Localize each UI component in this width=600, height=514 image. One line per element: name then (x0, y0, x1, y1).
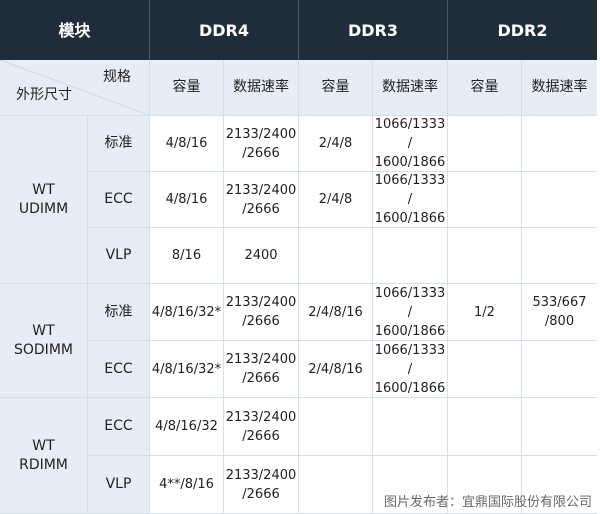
table-cell-ddr4-rate: 2133/2400 /2666 (224, 341, 299, 398)
ddr3-capacity-header: 容量 (299, 60, 373, 116)
header-ddr4: DDR4 (150, 0, 299, 60)
table-cell-ddr4-rate: 2133/2400 /2666 (224, 456, 299, 514)
table-cell-ddr3-capacity (299, 456, 373, 514)
table-cell-ddr4-rate: 2133/2400 /2666 (224, 284, 299, 341)
table-cell-ddr3-rate (373, 228, 448, 284)
form-factor-label: 外形尺寸 (16, 87, 72, 103)
table-cell-ddr2-rate: 533/667 /800 (522, 284, 597, 341)
ddr3-data-rate-header: 数据速率 (373, 60, 448, 116)
table-cell-ddr3-rate (373, 398, 448, 456)
spec-form-factor-corner: 规格 外形尺寸 (0, 60, 150, 116)
header-ddr3: DDR3 (299, 0, 448, 60)
table-cell-ddr2-rate (522, 172, 597, 228)
table-cell-ddr4-capacity: 4/8/16/32* (150, 341, 224, 398)
table-cell-ddr4-capacity: 4/8/16/32* (150, 284, 224, 341)
table-row-type: ECC (88, 398, 150, 456)
table-cell-ddr2-capacity (448, 398, 522, 456)
table-cell-ddr3-capacity: 2/4/8 (299, 172, 373, 228)
table-cell-ddr3-rate: 1066/1333 / 1600/1866 (373, 116, 448, 172)
header-ddr2: DDR2 (448, 0, 597, 60)
table-cell-ddr4-rate: 2133/2400 /2666 (224, 116, 299, 172)
ddr2-capacity-header: 容量 (448, 60, 522, 116)
table-cell-ddr4-capacity: 8/16 (150, 228, 224, 284)
table-cell-ddr2-capacity (448, 116, 522, 172)
table-cell-ddr3-capacity: 2/4/8 (299, 116, 373, 172)
table-cell-ddr2-capacity: 1/2 (448, 284, 522, 341)
table-cell-ddr3-capacity (299, 228, 373, 284)
table-cell-ddr4-rate: 2133/2400 /2666 (224, 172, 299, 228)
table-cell-ddr4-rate: 2400 (224, 228, 299, 284)
table-cell-ddr2-rate (522, 116, 597, 172)
image-publisher-caption: 图片发布者：宜鼎国际股份有限公司 (383, 495, 592, 510)
ddr2-data-rate-header: 数据速率 (522, 60, 597, 116)
table-row-type: VLP (88, 456, 150, 514)
spec-label: 规格 (103, 69, 131, 85)
table-cell-ddr4-capacity: 4/8/16/32 (150, 398, 224, 456)
table-row-type: 标准 (88, 116, 150, 172)
table-cell-ddr2-capacity (448, 228, 522, 284)
table-cell-ddr2-rate (522, 341, 597, 398)
group-wt-rdimm: WT RDIMM (0, 398, 88, 514)
table-row-type: ECC (88, 172, 150, 228)
header-module: 模块 (0, 0, 150, 60)
group-wt-sodimm: WT SODIMM (0, 284, 88, 398)
table-cell-ddr3-capacity: 2/4/8/16 (299, 284, 373, 341)
table-cell-ddr4-capacity: 4/8/16 (150, 172, 224, 228)
table-cell-ddr4-capacity: 4**/8/16 (150, 456, 224, 514)
table-row-type: VLP (88, 228, 150, 284)
table-cell-ddr3-rate: 1066/1333 / 1600/1866 (373, 172, 448, 228)
table-cell-ddr2-rate (522, 228, 597, 284)
ddr4-capacity-header: 容量 (150, 60, 224, 116)
table-cell-ddr2-capacity (448, 172, 522, 228)
table-cell-ddr3-rate: 1066/1333 / 1600/1866 (373, 284, 448, 341)
table-cell-ddr4-rate: 2133/2400 /2666 (224, 398, 299, 456)
table-cell-ddr3-capacity (299, 398, 373, 456)
table-cell-ddr3-rate: 1066/1333 / 1600/1866 (373, 341, 448, 398)
table-row-type: 标准 (88, 284, 150, 341)
table-cell-ddr2-rate (522, 398, 597, 456)
ddr4-data-rate-header: 数据速率 (224, 60, 299, 116)
table-cell-ddr4-capacity: 4/8/16 (150, 116, 224, 172)
group-wt-udimm: WT UDIMM (0, 116, 88, 284)
table-cell-ddr2-capacity (448, 341, 522, 398)
table-row-type: ECC (88, 341, 150, 398)
table-cell-ddr3-capacity: 2/4/8/16 (299, 341, 373, 398)
